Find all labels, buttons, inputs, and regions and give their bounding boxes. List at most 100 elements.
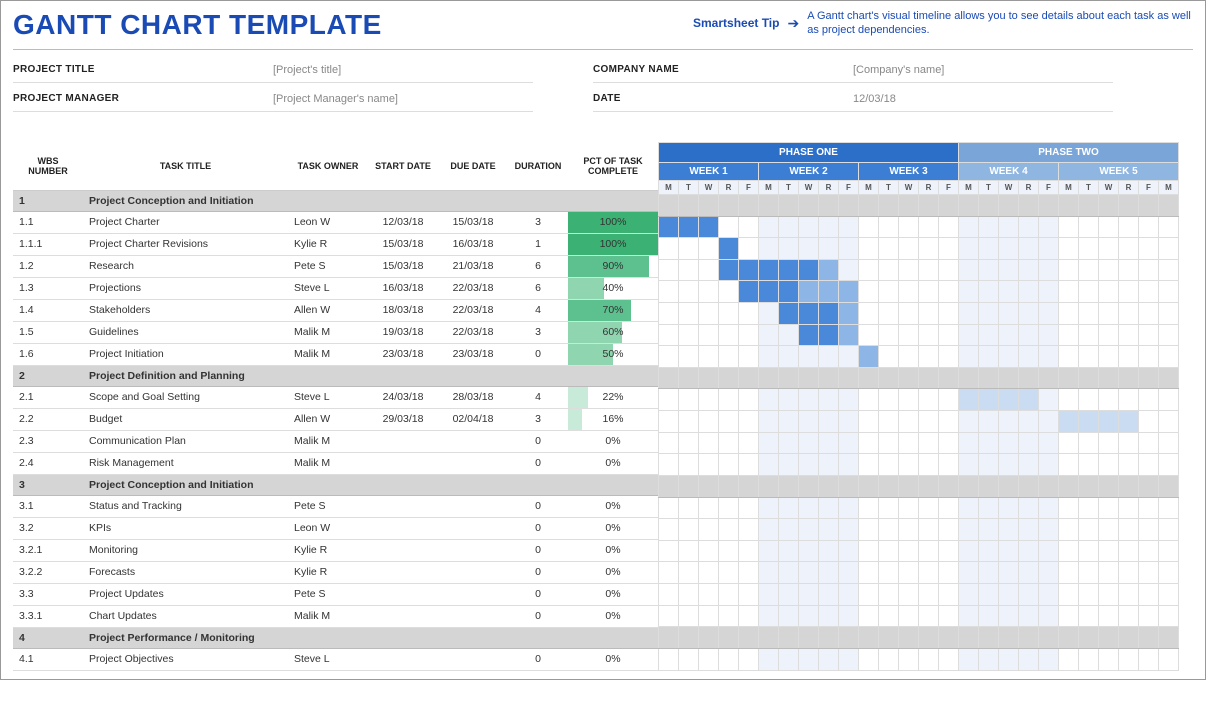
timeline-row xyxy=(659,583,1179,605)
gantt-grid: WBS NUMBER TASK TITLE TASK OWNER START D… xyxy=(13,142,1193,671)
timeline-row xyxy=(659,367,1179,389)
company-name-label: COMPANY NAME xyxy=(593,64,853,76)
day-header: M xyxy=(859,181,879,195)
timeline-row xyxy=(659,519,1179,541)
col-pct: PCT OF TASK COMPLETE xyxy=(568,142,658,190)
task-row[interactable]: 1.2 Research Pete S 15/03/18 21/03/18 6 … xyxy=(13,255,658,277)
timeline-row xyxy=(659,195,1179,217)
task-row[interactable]: 2.2 Budget Allen W 29/03/18 02/04/18 3 1… xyxy=(13,408,658,430)
day-header: R xyxy=(819,181,839,195)
timeline-row xyxy=(659,475,1179,497)
timeline-row xyxy=(659,605,1179,627)
smartsheet-tip: Smartsheet Tip ➔ A Gantt chart's visual … xyxy=(693,9,1193,38)
timeline-row xyxy=(659,454,1179,476)
task-row[interactable]: 3.3 Project Updates Pete S 0 0% xyxy=(13,583,658,605)
day-header: T xyxy=(879,181,899,195)
task-row[interactable]: 2.1 Scope and Goal Setting Steve L 24/03… xyxy=(13,386,658,408)
col-start: START DATE xyxy=(368,142,438,190)
day-header: M xyxy=(1059,181,1079,195)
project-meta: PROJECT TITLE [Project's title] PROJECT … xyxy=(13,60,1193,112)
company-name-field[interactable]: [Company's name] xyxy=(853,64,944,76)
timeline-row xyxy=(659,411,1179,433)
task-row[interactable]: 2.3 Communication Plan Malik M 0 0% xyxy=(13,430,658,452)
timeline-row xyxy=(659,562,1179,584)
timeline-row xyxy=(659,497,1179,519)
task-row[interactable]: 4Project Performance / Monitoring xyxy=(13,627,658,648)
timeline-row xyxy=(659,346,1179,368)
task-row[interactable]: 2.4 Risk Management Malik M 0 0% xyxy=(13,452,658,474)
day-header: M xyxy=(959,181,979,195)
task-row[interactable]: 3.2.1 Monitoring Kylie R 0 0% xyxy=(13,539,658,561)
phase-header: PHASE TWO xyxy=(959,143,1179,163)
date-field[interactable]: 12/03/18 xyxy=(853,93,896,105)
col-owner: TASK OWNER xyxy=(288,142,368,190)
timeline-row xyxy=(659,259,1179,281)
timeline-row xyxy=(659,324,1179,346)
day-header: F xyxy=(739,181,759,195)
week-header: WEEK 2 xyxy=(759,163,859,181)
timeline-row xyxy=(659,216,1179,238)
day-header: W xyxy=(899,181,919,195)
week-header: WEEK 3 xyxy=(859,163,959,181)
day-header: W xyxy=(1099,181,1119,195)
week-header: WEEK 1 xyxy=(659,163,759,181)
col-title: TASK TITLE xyxy=(83,142,288,190)
day-header: M xyxy=(759,181,779,195)
day-header: W xyxy=(799,181,819,195)
day-header: W xyxy=(999,181,1019,195)
task-row[interactable]: 2Project Definition and Planning xyxy=(13,365,658,386)
day-header: R xyxy=(1019,181,1039,195)
day-header: M xyxy=(659,181,679,195)
day-header: T xyxy=(1079,181,1099,195)
task-table: WBS NUMBER TASK TITLE TASK OWNER START D… xyxy=(13,142,658,671)
day-header: F xyxy=(939,181,959,195)
page-title: GANTT CHART TEMPLATE xyxy=(13,9,382,41)
day-header: F xyxy=(839,181,859,195)
timeline-row xyxy=(659,389,1179,411)
task-row[interactable]: 1.1.1 Project Charter Revisions Kylie R … xyxy=(13,233,658,255)
task-row[interactable]: 3.3.1 Chart Updates Malik M 0 0% xyxy=(13,605,658,627)
project-title-label: PROJECT TITLE xyxy=(13,64,273,76)
timeline-row xyxy=(659,432,1179,454)
task-row[interactable]: 1Project Conception and Initiation xyxy=(13,190,658,211)
day-header: R xyxy=(719,181,739,195)
timeline-row xyxy=(659,238,1179,260)
timeline-grid: PHASE ONEPHASE TWOWEEK 1WEEK 2WEEK 3WEEK… xyxy=(658,142,1179,671)
week-header: WEEK 4 xyxy=(959,163,1059,181)
date-label: DATE xyxy=(593,93,853,105)
day-header: T xyxy=(679,181,699,195)
task-row[interactable]: 1.6 Project Initiation Malik M 23/03/18 … xyxy=(13,343,658,365)
col-wbs: WBS NUMBER xyxy=(13,142,83,190)
col-due: DUE DATE xyxy=(438,142,508,190)
project-title-field[interactable]: [Project's title] xyxy=(273,64,341,76)
task-row[interactable]: 3.2 KPIs Leon W 0 0% xyxy=(13,517,658,539)
task-row[interactable]: 1.1 Project Charter Leon W 12/03/18 15/0… xyxy=(13,211,658,233)
task-row[interactable]: 4.1 Project Objectives Steve L 0 0% xyxy=(13,648,658,670)
timeline-row xyxy=(659,627,1179,649)
timeline-row xyxy=(659,540,1179,562)
day-header: R xyxy=(1119,181,1139,195)
project-manager-field[interactable]: [Project Manager's name] xyxy=(273,93,398,105)
week-header: WEEK 5 xyxy=(1059,163,1179,181)
timeline-row xyxy=(659,303,1179,325)
task-row[interactable]: 1.4 Stakeholders Allen W 18/03/18 22/03/… xyxy=(13,299,658,321)
day-header: F xyxy=(1139,181,1159,195)
col-duration: DURATION xyxy=(508,142,568,190)
task-row[interactable]: 3.1 Status and Tracking Pete S 0 0% xyxy=(13,495,658,517)
task-row[interactable]: 1.5 Guidelines Malik M 19/03/18 22/03/18… xyxy=(13,321,658,343)
day-header: T xyxy=(979,181,999,195)
day-header: W xyxy=(699,181,719,195)
day-header: F xyxy=(1039,181,1059,195)
task-row[interactable]: 1.3 Projections Steve L 16/03/18 22/03/1… xyxy=(13,277,658,299)
day-header: R xyxy=(919,181,939,195)
task-row[interactable]: 3Project Conception and Initiation xyxy=(13,474,658,495)
project-manager-label: PROJECT MANAGER xyxy=(13,93,273,105)
phase-header: PHASE ONE xyxy=(659,143,959,163)
day-header: M xyxy=(1159,181,1179,195)
timeline-row xyxy=(659,648,1179,670)
task-row[interactable]: 3.2.2 Forecasts Kylie R 0 0% xyxy=(13,561,658,583)
tip-label: Smartsheet Tip xyxy=(693,16,779,30)
arrow-right-icon: ➔ xyxy=(787,15,799,32)
timeline-row xyxy=(659,281,1179,303)
header: GANTT CHART TEMPLATE Smartsheet Tip ➔ A … xyxy=(13,9,1193,50)
